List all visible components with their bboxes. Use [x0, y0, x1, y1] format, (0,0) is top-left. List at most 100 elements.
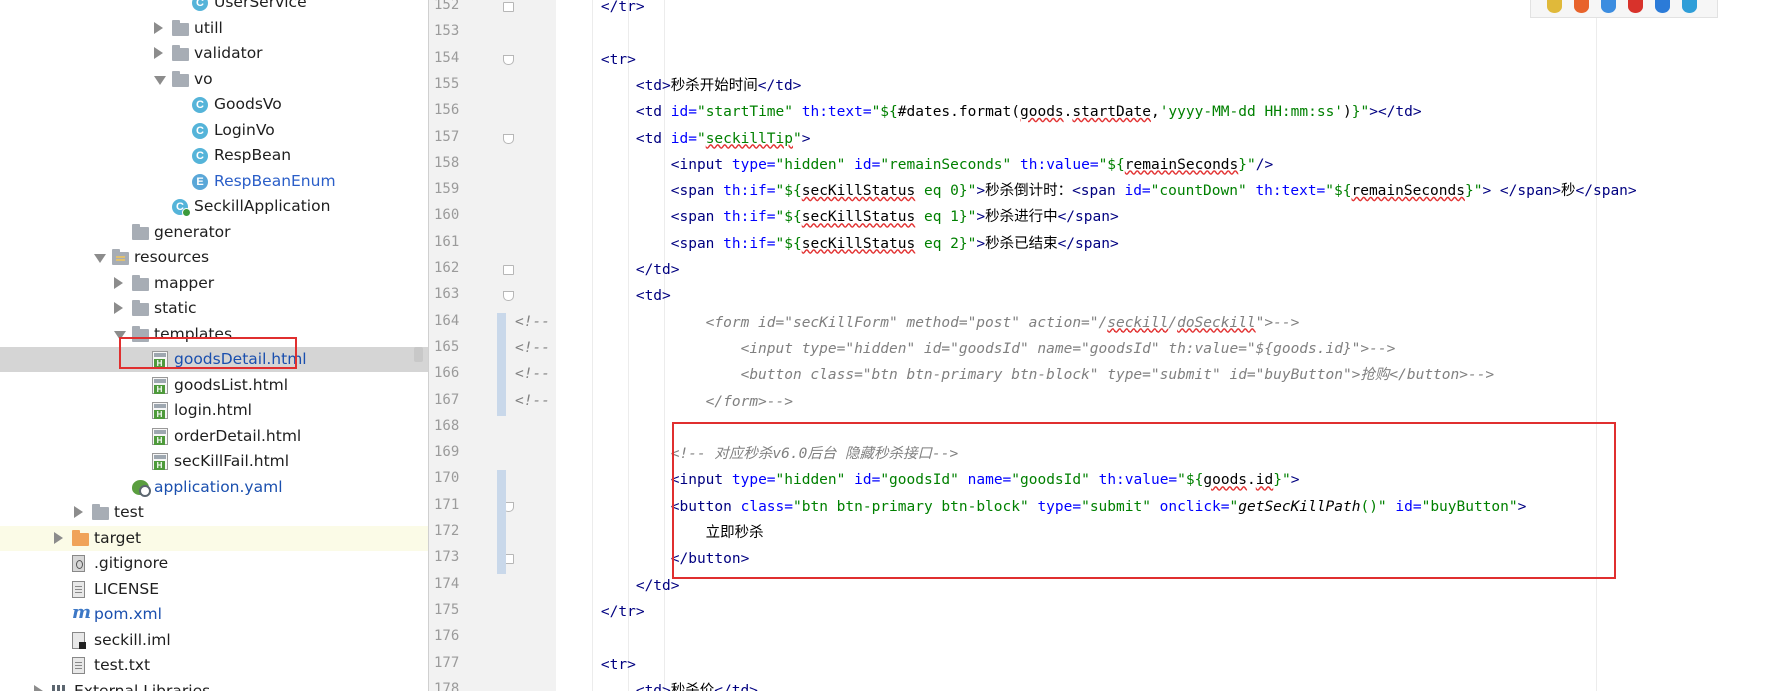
tree-item[interactable]: vo — [0, 67, 428, 92]
folder-icon — [172, 70, 189, 87]
code-line[interactable]: <td>秒杀开始时间</td> — [566, 74, 802, 99]
tree-item-label: RespBeanEnum — [214, 171, 336, 190]
tree-item-label: UserService — [214, 0, 307, 11]
tree-scrollbar[interactable] — [414, 347, 423, 362]
opera-icon[interactable] — [1628, 0, 1643, 13]
code-line[interactable]: <tr> — [566, 48, 636, 73]
tree-item[interactable]: goodsList.html — [0, 373, 428, 398]
tree-item-label: LICENSE — [94, 579, 160, 598]
code-line[interactable]: <span th:if="${secKillStatus eq 2}">秒杀已结… — [566, 232, 1119, 257]
tree-item-label: RespBean — [214, 146, 292, 164]
browser-preview-bar — [1530, 0, 1718, 18]
code-highlight-box — [672, 422, 1616, 579]
tree-item[interactable]: test.txt — [0, 653, 428, 678]
chevron-down-icon[interactable] — [94, 254, 106, 263]
tree-item-label: login.html — [174, 401, 252, 419]
fold-marker-icon[interactable] — [503, 2, 514, 12]
chevron-right-icon[interactable] — [74, 506, 83, 518]
tree-item[interactable]: C GoodsVo — [0, 92, 428, 117]
tree-item-label: application.yaml — [154, 477, 283, 496]
fold-marker-icon[interactable] — [503, 133, 514, 144]
chevron-down-icon[interactable] — [154, 75, 166, 85]
code-line[interactable]: <td id="seckillTip"> — [566, 127, 811, 152]
tree-item-label: LoginVo — [214, 120, 275, 139]
tree-item[interactable]: C SeckillApplication — [0, 194, 428, 219]
tree-item[interactable]: target — [0, 525, 428, 551]
vcs-change-marker[interactable] — [497, 470, 506, 574]
edge-icon[interactable] — [1682, 0, 1697, 13]
code-line[interactable]: <td>秒杀价</td> — [566, 679, 758, 691]
selection-highlight-box — [119, 337, 297, 369]
chevron-right-icon[interactable] — [154, 47, 163, 59]
ie-icon[interactable] — [1655, 0, 1670, 13]
tree-item-label: utill — [194, 18, 223, 37]
code-line[interactable]: <input type="hidden" id="goodsId" name="… — [566, 337, 1396, 362]
tree-item[interactable]: mapper — [0, 271, 428, 296]
vcs-change-marker[interactable] — [497, 312, 506, 416]
tree-item[interactable]: E RespBeanEnum — [0, 169, 428, 194]
tree-item[interactable]: C LoginVo — [0, 118, 428, 143]
html-file-icon — [152, 453, 168, 470]
chevron-right-icon[interactable] — [114, 302, 123, 314]
tree-item[interactable]: generator — [0, 220, 428, 245]
yaml-file-icon — [132, 479, 151, 497]
class-icon: C — [192, 97, 208, 113]
tree-item-label: resources — [134, 248, 210, 266]
code-line[interactable]: <span th:if="${secKillStatus eq 0}">秒杀倒计… — [566, 179, 1637, 204]
chrome-icon[interactable] — [1547, 0, 1562, 13]
tree-item-label: orderDetail.html — [174, 426, 302, 445]
code-editor[interactable]: </tr> <tr> <td>秒杀开始时间</td> <td id="start… — [556, 0, 1780, 691]
tree-item[interactable]: C RespBean — [0, 143, 428, 168]
code-line[interactable]: </form>--> — [566, 390, 793, 415]
code-line[interactable]: <td id="startTime" th:text="${#dates.for… — [566, 100, 1422, 125]
excluded-folder-icon — [72, 529, 89, 546]
code-line[interactable]: <button class="btn btn-primary btn-block… — [566, 363, 1495, 388]
code-line[interactable]: </td> — [566, 574, 680, 599]
tree-item[interactable]: utill — [0, 16, 428, 41]
fold-marker-icon[interactable] — [503, 54, 514, 65]
tree-item[interactable]: LICENSE — [0, 577, 428, 602]
code-line[interactable]: </tr> — [566, 0, 645, 20]
chevron-right-icon[interactable] — [54, 531, 63, 544]
safari-icon[interactable] — [1601, 0, 1616, 13]
code-line[interactable]: <input type="hidden" id="remainSeconds" … — [566, 153, 1273, 178]
tree-item[interactable]: C UserService — [0, 0, 428, 15]
tree-item[interactable]: m pom.xml — [0, 602, 428, 627]
fold-marker-icon[interactable] — [503, 291, 514, 302]
code-line[interactable]: </tr> — [566, 600, 645, 625]
chevron-right-icon[interactable] — [154, 21, 163, 34]
folder-icon — [172, 19, 189, 36]
tree-item[interactable]: login.html — [0, 398, 428, 423]
code-line[interactable]: <td> — [566, 284, 671, 309]
tree-item[interactable]: resources — [0, 245, 428, 270]
tree-item[interactable]: seckill.iml — [0, 628, 428, 653]
code-line[interactable]: </td> — [566, 258, 680, 283]
gitignore-file-icon — [72, 555, 85, 572]
tree-item[interactable]: application.yaml — [0, 475, 428, 500]
code-line[interactable]: <tr> — [566, 653, 636, 678]
chevron-right-icon[interactable] — [114, 276, 123, 289]
chevron-right-icon[interactable] — [34, 684, 43, 691]
folder-icon — [172, 45, 189, 61]
tree-item[interactable]: test — [0, 500, 428, 525]
tree-item-label: mapper — [154, 273, 215, 292]
fold-marker-icon[interactable] — [503, 265, 514, 275]
tree-item-label: seckill.iml — [94, 630, 171, 649]
tree-item[interactable]: External Libraries — [0, 679, 428, 691]
editor-gutter: 152 153 154 155 156 157 158 159 160 161 162 163 164 1… — [428, 0, 558, 691]
html-file-icon — [152, 427, 168, 445]
tree-item[interactable]: .gitignore — [0, 551, 428, 576]
class-icon: C — [192, 148, 208, 164]
code-line[interactable]: <span th:if="${secKillStatus eq 1}">秒杀进行… — [566, 205, 1119, 230]
firefox-icon[interactable] — [1574, 0, 1589, 13]
text-file-icon — [72, 657, 85, 674]
libraries-icon — [52, 683, 69, 691]
tree-item[interactable]: validator — [0, 41, 428, 66]
tree-item-label: goodsList.html — [174, 375, 289, 394]
tree-item[interactable]: secKillFail.html — [0, 449, 428, 474]
tree-item[interactable]: orderDetail.html — [0, 424, 428, 449]
code-line[interactable]: <form id="secKillForm" method="post" act… — [566, 311, 1300, 336]
folder-icon — [132, 274, 149, 291]
tree-item[interactable]: static — [0, 296, 428, 321]
html-file-icon — [152, 376, 168, 394]
